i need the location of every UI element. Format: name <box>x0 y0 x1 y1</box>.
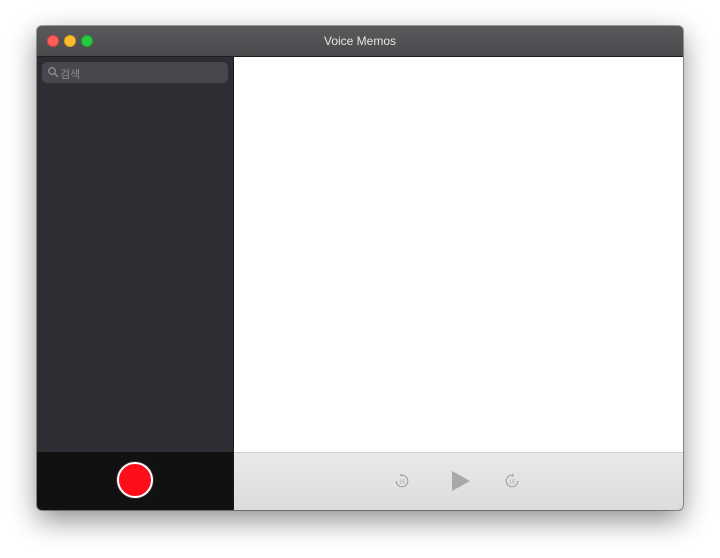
playback-controls: 15 15 <box>234 452 683 510</box>
window-title: Voice Memos <box>323 34 397 48</box>
skip-back-seconds-label: 15 <box>399 479 405 485</box>
memo-detail-pane <box>234 57 683 452</box>
search-icon <box>48 67 59 78</box>
skip-forward-15-icon[interactable]: 15 <box>504 473 520 489</box>
play-button[interactable] <box>448 469 472 493</box>
voice-memos-window: Voice Memos 검색 15 15 <box>37 26 683 510</box>
sidebar: 검색 <box>37 57 233 452</box>
search-placeholder: 검색 <box>60 69 81 81</box>
skip-forward-seconds-label: 15 <box>509 479 515 485</box>
record-bar <box>37 452 233 510</box>
record-button[interactable] <box>117 462 153 498</box>
search-field[interactable]: 검색 <box>42 62 228 83</box>
skip-back-15-icon[interactable]: 15 <box>394 473 410 489</box>
title-bar: Voice Memos <box>37 26 683 57</box>
